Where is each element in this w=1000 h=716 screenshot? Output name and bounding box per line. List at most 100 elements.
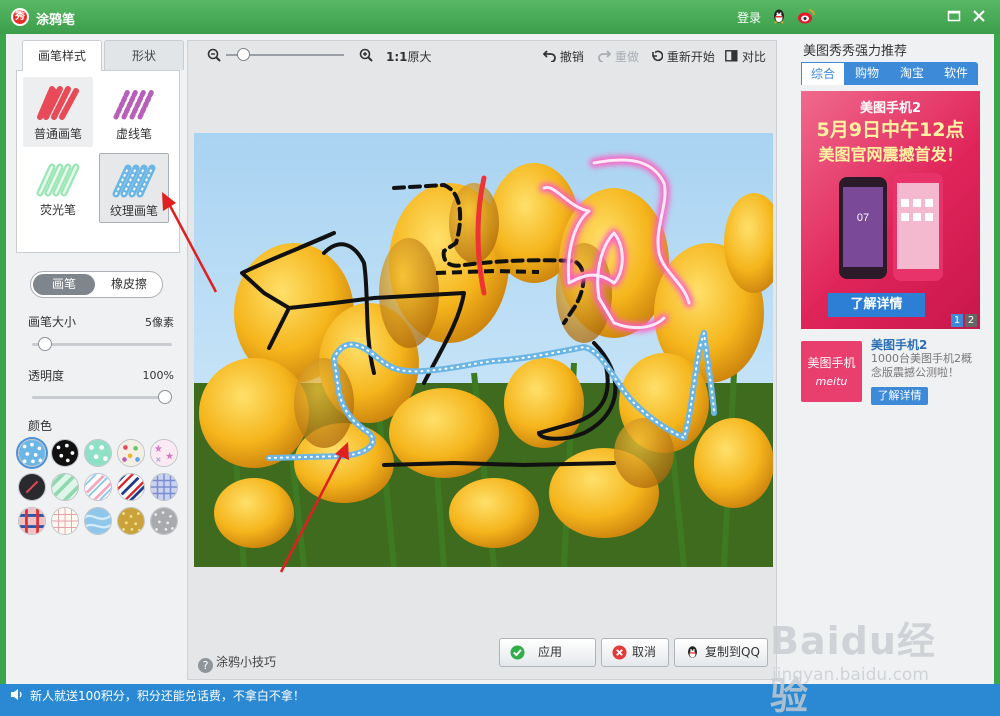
drawing-canvas[interactable] bbox=[194, 133, 773, 567]
ad-banner-date: 5月9日中午12点 bbox=[816, 119, 965, 141]
brush-size-value: 5像素 bbox=[145, 316, 174, 329]
cancel-label: 取消 bbox=[632, 645, 657, 659]
restart-icon bbox=[652, 50, 664, 62]
svg-text:07: 07 bbox=[857, 212, 869, 224]
ad-page-1[interactable]: 1 bbox=[951, 314, 963, 327]
status-message[interactable]: 新人就送100积分，积分还能兑话费，不拿白不拿！ bbox=[30, 687, 305, 704]
help-icon: ? bbox=[198, 658, 213, 673]
login-link[interactable]: 登录 bbox=[737, 9, 761, 26]
ad-item-thumb-brand: meitu bbox=[815, 375, 848, 388]
apply-button[interactable]: 应用 bbox=[499, 638, 596, 667]
brush-normal[interactable]: 普通画笔 bbox=[23, 77, 93, 147]
tab-taobao[interactable]: 淘宝 bbox=[890, 62, 934, 85]
cancel-button[interactable]: 取消 bbox=[601, 638, 669, 667]
ad-page-2[interactable]: 2 bbox=[965, 314, 977, 327]
redo-label: 重做 bbox=[614, 50, 639, 64]
brush-tabs: 画笔样式 形状 bbox=[22, 40, 184, 71]
tulip-photo bbox=[194, 133, 773, 567]
color-label: 颜色 bbox=[28, 419, 53, 433]
swatch-mint-dots[interactable] bbox=[84, 439, 112, 467]
highlighter-brush-icon bbox=[36, 163, 80, 197]
recommend-panel: 美图秀秀强力推荐 综合 购物 淘宝 软件 美图手机2 5月9日中午12点 美图官… bbox=[799, 34, 989, 684]
swatch-colorful-dots[interactable] bbox=[117, 439, 145, 467]
brush-dashed-label: 虚线笔 bbox=[115, 127, 152, 141]
swatch-pink-blue-stripes[interactable] bbox=[84, 473, 112, 501]
redo-button[interactable]: 重做 bbox=[598, 48, 639, 65]
zoom-level[interactable]: 1:1原大 bbox=[386, 48, 432, 65]
weibo-login-icon[interactable] bbox=[797, 8, 815, 25]
apply-label: 应用 bbox=[538, 645, 563, 659]
ad-item-thumbnail[interactable]: 美图手机 meitu bbox=[801, 341, 862, 402]
title-bar: 秀 涂鸦笔 登录 bbox=[0, 0, 1000, 34]
window-title: 涂鸦笔 bbox=[36, 13, 76, 28]
ad-banner-headline: 美图官网震撼首发！ bbox=[818, 145, 963, 164]
tab-software[interactable]: 软件 bbox=[934, 62, 978, 85]
canvas-toolbar: 1:1原大 撤销 重做 重新开始 对比 bbox=[188, 41, 776, 69]
swatch-light-grid[interactable] bbox=[51, 507, 79, 535]
normal-brush-icon bbox=[37, 86, 79, 120]
tab-shopping[interactable]: 购物 bbox=[845, 62, 889, 85]
brush-settings-panel: 画笔样式 形状 普通画笔 虚线笔 荧光笔 纹理画笔 画笔 橡皮擦 画笔大小 5像… bbox=[16, 40, 184, 680]
swatch-dark-red[interactable] bbox=[18, 473, 46, 501]
swatch-pink-stars[interactable] bbox=[150, 439, 178, 467]
swatch-blue-dots[interactable] bbox=[18, 439, 46, 467]
check-icon bbox=[510, 645, 525, 660]
opacity-slider[interactable] bbox=[32, 390, 172, 404]
swatch-blue-marble[interactable] bbox=[84, 507, 112, 535]
doodle-tips-label: 涂鸦小技巧 bbox=[216, 655, 277, 669]
qq-login-icon[interactable] bbox=[771, 8, 787, 25]
brush-size-slider-thumb[interactable] bbox=[38, 337, 53, 351]
restart-button[interactable]: 重新开始 bbox=[651, 48, 715, 65]
brush-texture-label: 纹理画笔 bbox=[109, 204, 158, 218]
zoom-slider-thumb[interactable] bbox=[237, 48, 250, 61]
watermark-url: jingyan.baidu.com bbox=[772, 665, 929, 685]
ad-banner[interactable]: 美图手机2 5月9日中午12点 美图官网震撼首发！ 07 了解详情 1 2 bbox=[801, 91, 980, 329]
canvas-panel: 1:1原大 撤销 重做 重新开始 对比 ? 涂鸦小技巧 应用 取消 复制到QQ bbox=[187, 40, 777, 680]
recommend-title: 美图秀秀强力推荐 bbox=[803, 44, 908, 59]
brush-style-list: 普通画笔 虚线笔 荧光笔 纹理画笔 bbox=[16, 70, 180, 253]
brush-highlighter-label: 荧光笔 bbox=[39, 203, 76, 217]
phone-image: 07 bbox=[839, 173, 943, 281]
baidu-watermark: Baidu经验 jingyan.baidu.com bbox=[770, 610, 960, 716]
undo-icon bbox=[542, 50, 556, 63]
opacity-slider-thumb[interactable] bbox=[158, 390, 172, 404]
window-body: 画笔样式 形状 普通画笔 虚线笔 荧光笔 纹理画笔 画笔 橡皮擦 画笔大小 5像… bbox=[6, 34, 994, 684]
tab-shape[interactable]: 形状 bbox=[104, 40, 184, 70]
copy-to-qq-label: 复制到QQ bbox=[705, 645, 760, 659]
maximize-icon[interactable] bbox=[946, 8, 962, 24]
tab-all[interactable]: 综合 bbox=[801, 62, 845, 85]
speaker-icon bbox=[11, 689, 22, 700]
eraser-mode-button[interactable]: 橡皮擦 bbox=[97, 274, 161, 295]
undo-button[interactable]: 撤销 bbox=[542, 48, 584, 65]
restart-label: 重新开始 bbox=[666, 50, 715, 64]
swatch-silver-glitter[interactable] bbox=[150, 507, 178, 535]
swatch-black-dots[interactable] bbox=[51, 439, 79, 467]
ad-banner-details-button[interactable]: 了解详情 bbox=[828, 293, 925, 317]
cancel-icon bbox=[612, 645, 627, 660]
qq-icon bbox=[688, 646, 697, 658]
swatch-blue-plaid[interactable] bbox=[150, 473, 178, 501]
compare-button[interactable]: 对比 bbox=[725, 48, 766, 65]
ad-banner-product: 美图手机2 bbox=[859, 101, 922, 116]
zoom-in-icon[interactable] bbox=[359, 48, 373, 62]
tab-brush-style[interactable]: 画笔样式 bbox=[22, 40, 102, 71]
zoom-out-icon[interactable] bbox=[207, 48, 221, 62]
copy-to-qq-button[interactable]: 复制到QQ bbox=[674, 638, 768, 667]
swatch-green-stripes[interactable] bbox=[51, 473, 79, 501]
swatch-navy-red-stripes[interactable] bbox=[117, 473, 145, 501]
doodle-tips-link[interactable]: ? 涂鸦小技巧 bbox=[198, 653, 276, 673]
ad-item-details-button[interactable]: 了解详情 bbox=[871, 387, 928, 405]
brush-size-slider[interactable] bbox=[32, 337, 172, 351]
close-icon[interactable] bbox=[971, 8, 987, 24]
opacity-label: 透明度 bbox=[28, 369, 65, 383]
swatch-gold-glitter[interactable] bbox=[117, 507, 145, 535]
ad-item-title[interactable]: 美图手机2 bbox=[871, 336, 927, 353]
brush-dashed[interactable]: 虚线笔 bbox=[99, 77, 169, 147]
pen-mode-button[interactable]: 画笔 bbox=[33, 274, 95, 295]
brush-texture[interactable]: 纹理画笔 bbox=[99, 153, 169, 223]
pen-eraser-toggle: 画笔 橡皮擦 bbox=[30, 271, 163, 298]
compare-label: 对比 bbox=[741, 50, 766, 64]
brush-highlighter[interactable]: 荧光笔 bbox=[23, 153, 93, 223]
watermark-brand: Baidu经验 bbox=[770, 619, 936, 716]
swatch-red-blue-plaid[interactable] bbox=[18, 507, 46, 535]
